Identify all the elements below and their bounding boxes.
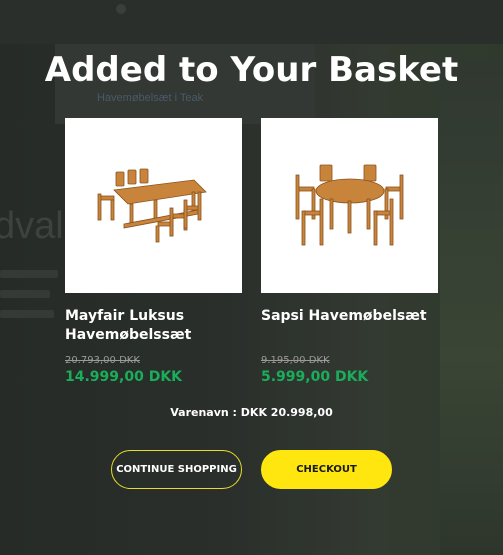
basket-product-card: Sapsi Havemøbelsæt 9.195,00 DKK 5.999,00…: [261, 118, 438, 385]
background-header: [0, 0, 503, 44]
product-image[interactable]: [261, 118, 438, 293]
product-old-price: 20.793,00 DKK: [65, 355, 140, 366]
background-search-icon: [116, 4, 126, 14]
background-text-line: [0, 310, 54, 318]
product-price: 5.999,00 DKK: [261, 369, 369, 385]
modal-title: Added to Your Basket: [44, 50, 459, 90]
product-image[interactable]: [65, 118, 242, 293]
background-photo: [440, 60, 503, 555]
background-text-line: [0, 270, 58, 278]
product-price: 14.999,00 DKK: [65, 369, 183, 385]
basket-product-card: Mayfair Luksus Havemøbelssæt 20.793,00 D…: [65, 118, 242, 385]
checkout-button[interactable]: CHECKOUT: [261, 450, 392, 489]
continue-shopping-button[interactable]: CONTINUE SHOPPING: [111, 450, 242, 489]
product-old-price: 9.195,00 DKK: [261, 355, 330, 366]
background-hero-text: dval: [0, 205, 64, 247]
round-teak-dining-set-icon: [295, 164, 403, 245]
rectangular-teak-dining-set-icon: [97, 168, 207, 242]
background-breadcrumb: Havemøbelsæt i Teak: [97, 92, 204, 104]
basket-total: Varenavn : DKK 20.998,00: [170, 406, 333, 419]
background-text-line: [0, 290, 50, 298]
product-name[interactable]: Mayfair Luksus Havemøbelssæt: [65, 307, 242, 345]
product-name[interactable]: Sapsi Havemøbelsæt: [261, 307, 438, 345]
